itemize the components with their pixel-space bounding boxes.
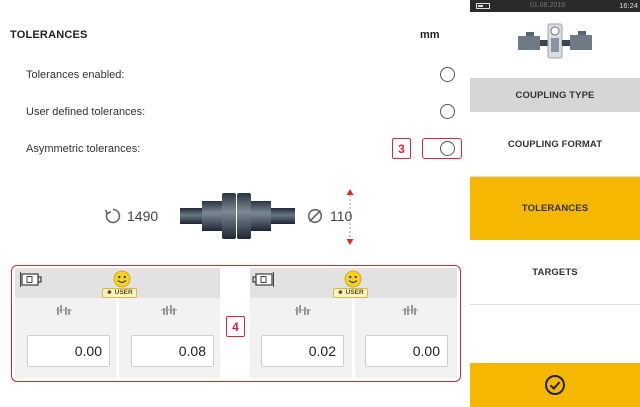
battery-icon xyxy=(476,3,490,9)
user-badge-left: ☻ USER xyxy=(102,288,137,298)
asymmetric-tolerances-label: Asymmetric tolerances: xyxy=(26,143,141,155)
tolerance-input-right-offset[interactable]: 0.02 xyxy=(261,335,344,367)
user-defined-tolerances-radio[interactable] xyxy=(440,104,455,119)
tolerances-enabled-label: Tolerances enabled: xyxy=(26,69,125,81)
machine-train-icon xyxy=(518,23,592,59)
machine-left-icon xyxy=(20,272,42,287)
status-date: 01.08.2019 xyxy=(530,2,566,9)
rpm-icon xyxy=(104,208,121,224)
tolerances-enabled-radio[interactable] xyxy=(440,67,455,82)
sidebar-item-targets[interactable]: TARGETS xyxy=(470,240,640,304)
sidebar: 01.08.2019 16:24 COUPLING TYPE COUPLING … xyxy=(470,0,640,407)
machine-thumbnail[interactable] xyxy=(470,12,640,78)
sidebar-item-coupling-type[interactable]: COUPLING TYPE xyxy=(470,78,640,112)
checkmark-circle-icon xyxy=(545,375,565,395)
machine-right-icon xyxy=(252,272,274,287)
tolerance-input-left-angularity[interactable]: 0.08 xyxy=(131,335,214,367)
sidebar-item-tolerances[interactable]: TOLERANCES xyxy=(470,177,640,240)
callout-4: 4 xyxy=(226,316,245,337)
offset-icon xyxy=(295,305,311,315)
page-title: TOLERANCES xyxy=(10,29,88,41)
status-time: 16:24 xyxy=(619,1,638,10)
smiley-left-icon xyxy=(113,270,131,288)
coupling-illustration xyxy=(180,193,295,239)
tolerance-input-left-offset[interactable]: 0.00 xyxy=(27,335,110,367)
angularity-icon xyxy=(161,305,177,315)
speed-value: 1490 xyxy=(127,208,159,224)
callout-3: 3 xyxy=(392,138,411,159)
unit-label: mm xyxy=(420,29,440,41)
confirm-button[interactable] xyxy=(470,363,640,407)
user-badge-right: ☻ USER xyxy=(333,288,368,298)
sidebar-divider xyxy=(470,304,640,305)
status-bar: 01.08.2019 16:24 xyxy=(470,0,640,12)
sidebar-item-coupling-format[interactable]: COUPLING FORMAT xyxy=(470,112,640,176)
offset-icon xyxy=(56,305,72,315)
asymmetric-tolerances-radio[interactable] xyxy=(440,141,455,156)
tolerances-content: TOLERANCES mm Tolerances enabled: User d… xyxy=(0,0,467,407)
angularity-icon xyxy=(402,305,418,315)
user-defined-tolerances-label: User defined tolerances: xyxy=(26,106,146,118)
diameter-icon xyxy=(307,208,323,224)
tolerance-input-right-angularity[interactable]: 0.00 xyxy=(365,335,448,367)
smiley-right-icon xyxy=(344,270,362,288)
diameter-value: 110 xyxy=(330,208,353,224)
